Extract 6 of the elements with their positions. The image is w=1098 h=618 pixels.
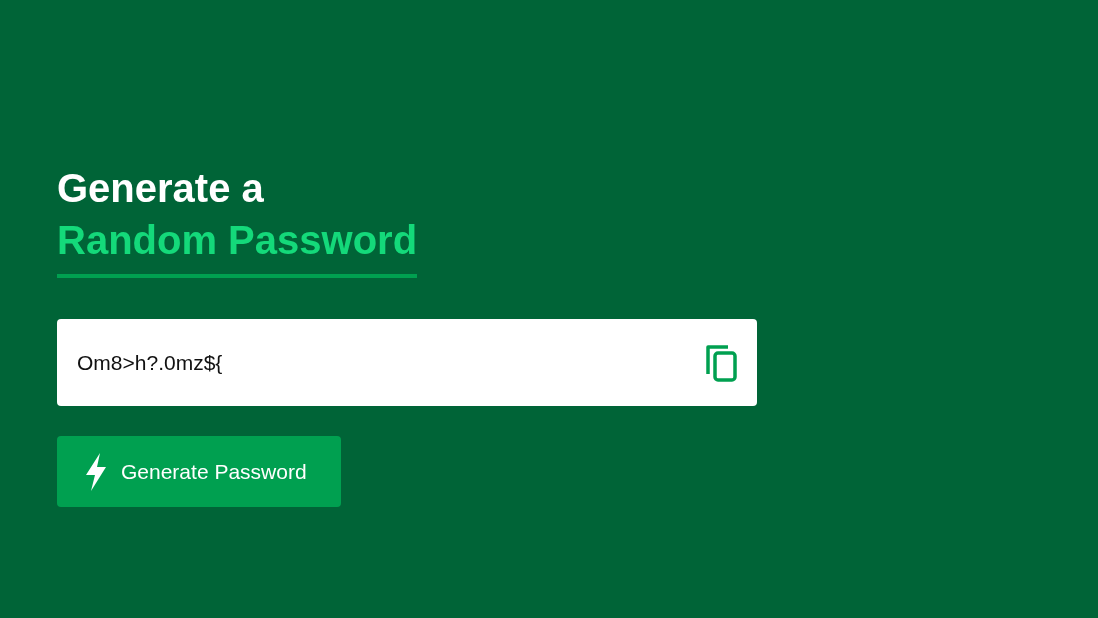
heading-highlight: Random Password xyxy=(57,214,418,278)
password-field[interactable]: Om8>h?.0mz${ xyxy=(57,319,757,406)
heading-line: Generate a xyxy=(57,165,264,212)
copy-icon[interactable] xyxy=(705,343,739,382)
lightning-icon xyxy=(83,452,109,491)
password-value[interactable]: Om8>h?.0mz${ xyxy=(77,346,577,379)
